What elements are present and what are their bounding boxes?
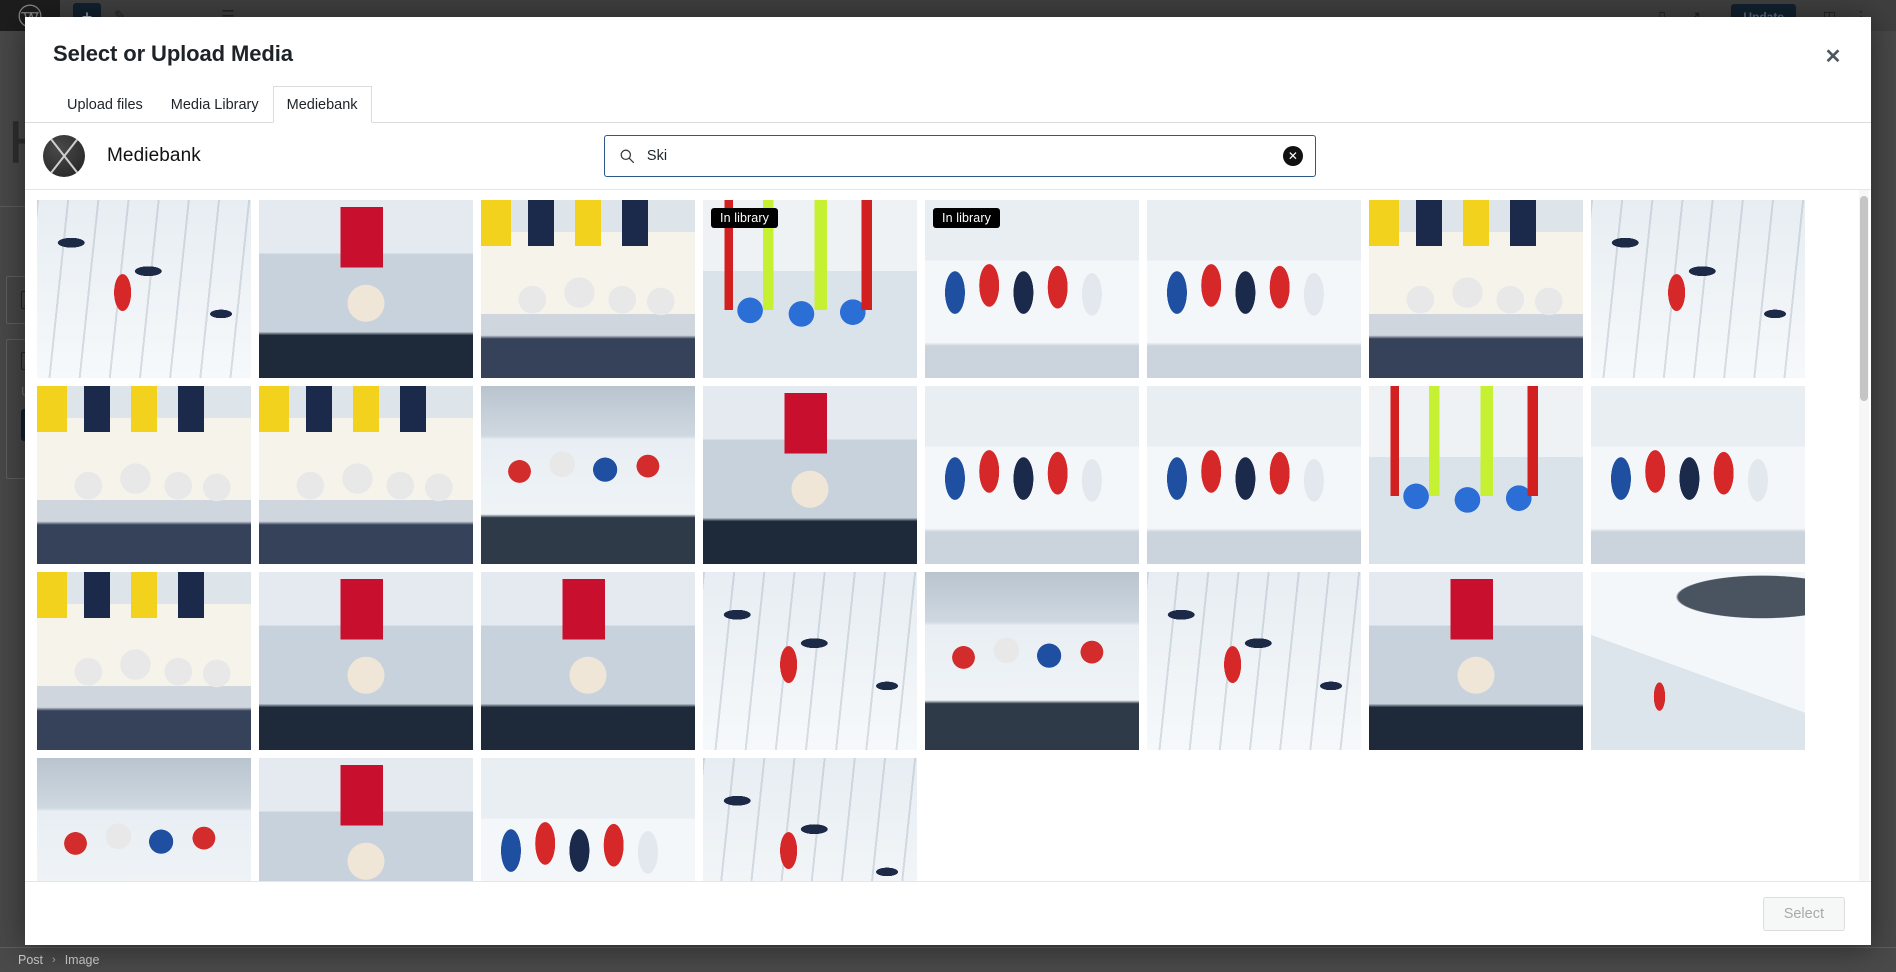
in-library-badge: In library xyxy=(933,208,1000,228)
close-icon[interactable]: ✕ xyxy=(1817,41,1849,73)
media-thumbnail[interactable] xyxy=(1591,572,1805,750)
select-button[interactable]: Select xyxy=(1762,896,1845,931)
search-input[interactable] xyxy=(634,148,1283,164)
media-thumbnail-image xyxy=(1591,200,1805,378)
media-thumbnail[interactable] xyxy=(37,386,251,564)
media-thumbnail-image xyxy=(259,386,473,564)
media-thumbnail-image xyxy=(481,572,695,750)
scrollbar-thumb[interactable] xyxy=(1860,196,1868,401)
media-thumbnail[interactable] xyxy=(37,200,251,378)
media-thumbnail-image xyxy=(1369,386,1583,564)
media-thumbnail[interactable] xyxy=(925,572,1139,750)
media-thumbnail[interactable] xyxy=(1369,200,1583,378)
search-icon xyxy=(619,148,635,164)
media-thumbnail[interactable]: In library xyxy=(703,200,917,378)
media-thumbnail-image xyxy=(925,386,1139,564)
brand-name: Mediebank xyxy=(107,145,201,166)
breadcrumb-item-image[interactable]: Image xyxy=(65,953,100,967)
media-thumbnail[interactable] xyxy=(1147,386,1361,564)
media-thumbnail[interactable] xyxy=(259,386,473,564)
modal-header: Select or Upload Media ✕ Upload files Me… xyxy=(25,17,1871,123)
media-thumbnail-image xyxy=(1591,572,1805,750)
media-thumbnail-image xyxy=(481,758,695,881)
media-thumbnail-image xyxy=(37,386,251,564)
media-thumbnail[interactable] xyxy=(481,200,695,378)
media-thumbnail[interactable] xyxy=(1147,200,1361,378)
media-thumbnail-image xyxy=(1369,572,1583,750)
media-thumbnail[interactable] xyxy=(1591,386,1805,564)
media-thumbnail[interactable] xyxy=(1147,572,1361,750)
media-thumbnail-image xyxy=(259,200,473,378)
tab-media-library[interactable]: Media Library xyxy=(157,86,273,123)
media-thumbnail[interactable] xyxy=(481,572,695,750)
tab-mediebank[interactable]: Mediebank xyxy=(272,86,372,123)
media-thumbnail[interactable] xyxy=(37,572,251,750)
media-thumbnail-image xyxy=(1147,386,1361,564)
media-thumbnail-image xyxy=(259,572,473,750)
media-thumbnail[interactable] xyxy=(925,386,1139,564)
media-thumbnail-image xyxy=(37,200,251,378)
modal-tabs: Upload files Media Library Mediebank xyxy=(25,85,1871,123)
media-thumbnail[interactable] xyxy=(703,572,917,750)
media-thumbnail-image xyxy=(37,572,251,750)
media-thumbnail[interactable] xyxy=(703,386,917,564)
media-thumbnail[interactable] xyxy=(1369,572,1583,750)
media-thumbnail-image xyxy=(1147,572,1361,750)
search-container: ✕ xyxy=(603,135,1316,177)
media-thumbnail-image xyxy=(37,758,251,881)
media-thumbnail-image xyxy=(481,200,695,378)
media-grid: In library In library xyxy=(25,190,1859,881)
vertical-scrollbar[interactable] xyxy=(1859,190,1869,881)
in-library-badge: In library xyxy=(711,208,778,228)
media-thumbnail[interactable] xyxy=(259,758,473,881)
media-thumbnail-image xyxy=(481,386,695,564)
media-thumbnail[interactable] xyxy=(1369,386,1583,564)
page-title: Select or Upload Media xyxy=(53,41,293,66)
mediebank-logo-icon xyxy=(43,135,85,177)
media-thumbnail-image xyxy=(1147,200,1361,378)
media-grid-scroll-area[interactable]: In library In library xyxy=(25,190,1871,881)
media-thumbnail-image xyxy=(703,572,917,750)
modal-footer: Select xyxy=(25,881,1871,945)
media-thumbnail[interactable] xyxy=(481,758,695,881)
media-thumbnail-image xyxy=(925,572,1139,750)
media-thumbnail[interactable] xyxy=(1591,200,1805,378)
media-thumbnail[interactable] xyxy=(481,386,695,564)
breadcrumb: Post › Image xyxy=(0,947,1896,972)
media-thumbnail-image xyxy=(703,386,917,564)
breadcrumb-separator: › xyxy=(52,954,56,966)
media-thumbnail-image xyxy=(703,758,917,881)
search-box[interactable]: ✕ xyxy=(603,135,1316,177)
media-thumbnail[interactable] xyxy=(37,758,251,881)
select-or-upload-media-modal: Select or Upload Media ✕ Upload files Me… xyxy=(25,17,1871,945)
media-thumbnail[interactable] xyxy=(259,572,473,750)
media-thumbnail-image xyxy=(259,758,473,881)
breadcrumb-item-post[interactable]: Post xyxy=(18,953,43,967)
media-thumbnail[interactable]: In library xyxy=(925,200,1139,378)
tab-upload-files[interactable]: Upload files xyxy=(53,86,157,123)
mediebank-brand-bar: Mediebank ✕ xyxy=(25,123,1871,190)
media-thumbnail-image xyxy=(1591,386,1805,564)
clear-circle-icon[interactable]: ✕ xyxy=(1282,146,1303,166)
media-thumbnail-image xyxy=(1369,200,1583,378)
media-thumbnail[interactable] xyxy=(259,200,473,378)
media-thumbnail[interactable] xyxy=(703,758,917,881)
